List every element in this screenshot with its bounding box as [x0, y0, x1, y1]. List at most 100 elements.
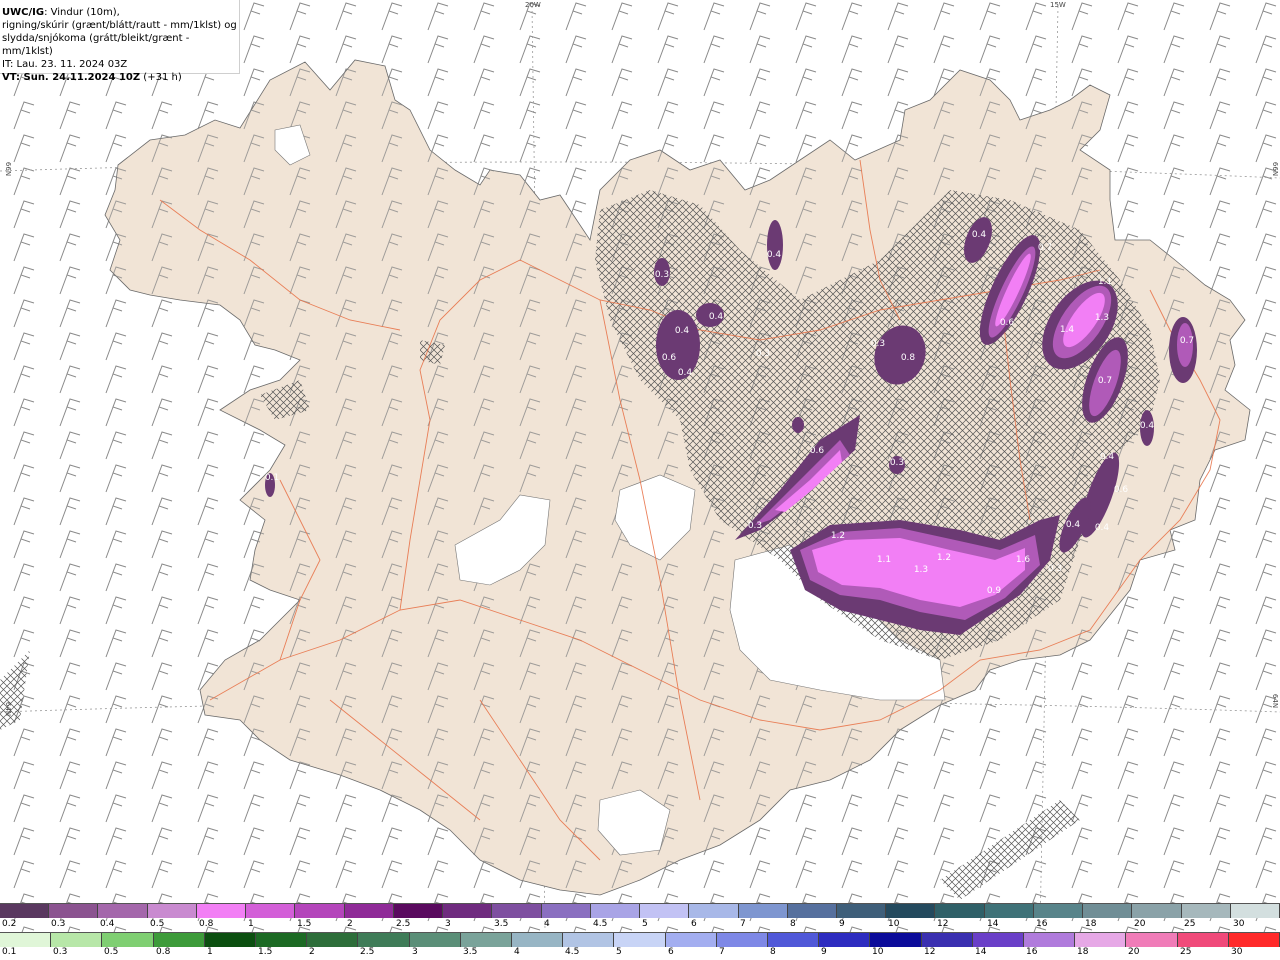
header-line1: : Vindur (10m), — [44, 7, 120, 18]
precip-value-label: 0.1 — [265, 473, 279, 483]
precip-value-label: 0.6 — [810, 446, 825, 456]
precip-value-label: 0.3 — [1048, 564, 1062, 574]
scale-tick-label: 1 — [248, 919, 254, 929]
scale-swatch — [716, 933, 769, 947]
scale-swatch — [246, 904, 296, 918]
scale-swatch — [443, 904, 493, 918]
precip-value-label: 0.4 — [678, 368, 693, 378]
scale-swatch — [563, 933, 615, 947]
scale-swatch — [886, 904, 936, 918]
scale-tick-label: 18 — [1085, 919, 1097, 929]
precip-value-label: 1.4 — [1060, 325, 1075, 335]
scale-tick-label: 0.8 — [156, 947, 171, 957]
precip-value-label: 0.4 — [709, 312, 724, 322]
scale-tick-label: 0.5 — [150, 919, 165, 929]
lon-label-20w: 20W — [525, 1, 541, 9]
scale-tick-label: 1.5 — [297, 919, 312, 929]
scale-tick-label: 25 — [1180, 947, 1192, 957]
scale-swatch — [393, 904, 444, 918]
scale-tick-label: 12 — [924, 947, 936, 957]
scale-tick-label: 6 — [691, 919, 697, 929]
scale-swatch — [768, 933, 820, 947]
scale-swatch — [1075, 933, 1127, 947]
scale-swatch — [0, 904, 50, 918]
scale-tick-label: 2 — [347, 919, 353, 929]
scale-swatch — [512, 933, 564, 947]
scale-tick-label: 0.5 — [104, 947, 119, 957]
scale-swatch — [921, 933, 973, 947]
scale-swatch — [295, 904, 345, 918]
scale-swatch — [1230, 904, 1280, 918]
scale-swatch — [196, 904, 247, 918]
precip-value-label: 0.8 — [901, 353, 916, 363]
scale-tick-label: 20 — [1128, 947, 1140, 957]
precip-value-label: 0.4 — [972, 230, 987, 240]
scale-tick-label: 1.5 — [258, 947, 273, 957]
scale-swatch — [98, 904, 148, 918]
scale-tick-label: 2.5 — [360, 947, 375, 957]
scale-tick-label: 0.3 — [53, 947, 68, 957]
lat-label-64n-right: 64N — [1271, 693, 1280, 709]
scale-tick-label: 30 — [1233, 919, 1245, 929]
scale-swatch — [836, 904, 887, 918]
rain-color-scale — [0, 932, 1280, 947]
scale-swatch — [409, 933, 461, 947]
scale-tick-label: 18 — [1077, 947, 1089, 957]
precip-value-label: 0.4 — [1100, 452, 1115, 462]
precip-value-label: 0.4 — [675, 326, 690, 336]
precip-value-label: 0.4 — [767, 250, 782, 260]
precip-value-label: 0.3 — [655, 270, 669, 280]
scale-tick-label: 16 — [1026, 947, 1038, 957]
scale-tick-label: 4 — [514, 947, 520, 957]
scale-tick-label: 0.8 — [199, 919, 214, 929]
scale-tick-label: 3.5 — [463, 947, 478, 957]
header-line4: IT: Lau. 23. 11. 2024 03Z — [2, 59, 128, 70]
scale-tick-label: 5 — [616, 947, 622, 957]
scale-swatch — [49, 904, 99, 918]
precip-value-label: 1.1 — [877, 555, 891, 565]
scale-swatch — [1181, 904, 1231, 918]
precip-value-label: 1.3 — [1095, 313, 1109, 323]
scale-tick-label: 16 — [1036, 919, 1048, 929]
scale-swatch — [102, 933, 154, 947]
snow-scale-ticks: 0.2 0.3 0.4 0.5 0.8 1 1.5 2 2.5 3 3.5 4 4.5 5 6 7 8 9 10 12… — [0, 919, 1280, 931]
scale-swatch — [870, 933, 922, 947]
scale-tick-label: 3 — [445, 919, 451, 929]
precip-value-label: 0.6 — [1000, 318, 1015, 328]
scale-swatch — [972, 933, 1025, 947]
scale-swatch — [1228, 933, 1280, 947]
scale-tick-label: 7 — [719, 947, 725, 957]
scale-swatch — [1126, 933, 1178, 947]
scale-swatch — [0, 933, 52, 947]
scale-swatch — [1024, 933, 1076, 947]
scale-swatch — [256, 933, 308, 947]
scale-tick-label: 0.3 — [51, 919, 66, 929]
scale-tick-label: 0.1 — [2, 947, 17, 957]
scale-swatch — [1177, 933, 1229, 947]
scale-swatch — [935, 904, 985, 918]
precip-value-label: 0.6 — [1114, 485, 1129, 495]
scale-tick-label: 1 — [207, 947, 213, 957]
scale-swatch — [819, 933, 871, 947]
scale-tick-label: 4.5 — [593, 919, 608, 929]
scale-tick-label: 14 — [987, 919, 999, 929]
precip-value-label: 1.6 — [1016, 555, 1031, 565]
lat-label-66n-left: 66N — [4, 161, 13, 177]
scale-swatch — [358, 933, 410, 947]
valid-time: VT: Sun. 24.11.2024 10Z — [2, 72, 141, 83]
model-name: UWC/IG — [2, 7, 45, 18]
precip-value-label: 0.3 — [890, 458, 904, 468]
lon-label-15w: 15W — [1050, 1, 1066, 9]
scale-swatch — [51, 933, 103, 947]
scale-tick-label: 0.2 — [2, 919, 17, 929]
precip-value-label: 0.3 — [748, 521, 762, 531]
scale-tick-label: 9 — [821, 947, 827, 957]
scale-swatch — [787, 904, 837, 918]
scale-tick-label: 8 — [790, 919, 796, 929]
scale-swatch — [204, 933, 257, 947]
scale-tick-label: 0.4 — [100, 919, 115, 929]
scale-tick-label: 8 — [770, 947, 776, 957]
scale-swatch — [307, 933, 359, 947]
scale-tick-label: 4.5 — [565, 947, 580, 957]
precip-value-label: 0.7 — [1180, 336, 1194, 346]
